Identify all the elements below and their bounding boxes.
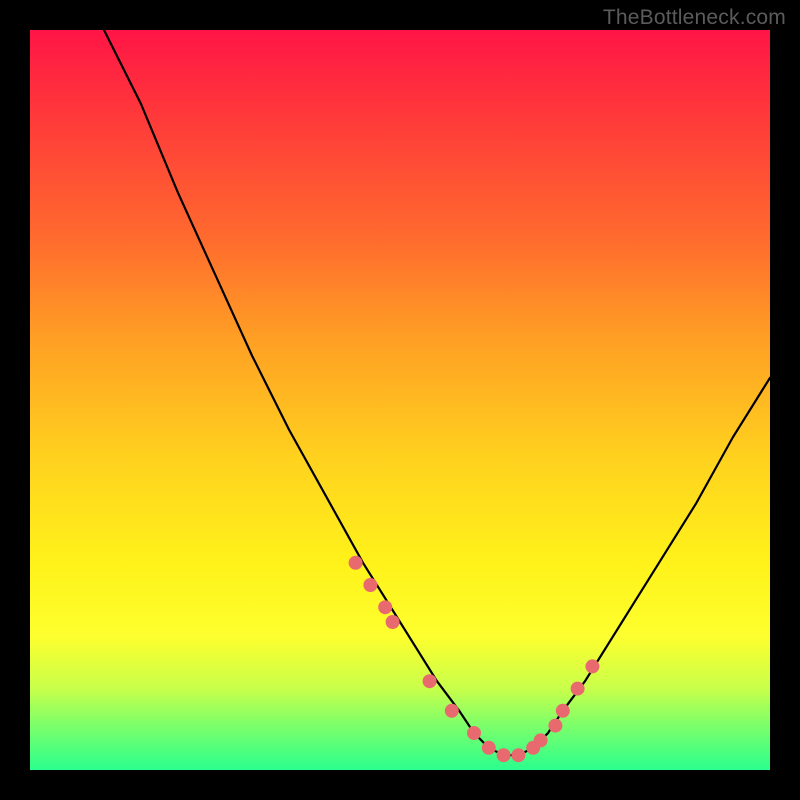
data-point xyxy=(482,741,496,755)
data-point-dots xyxy=(349,556,600,762)
watermark-text: TheBottleneck.com xyxy=(603,6,786,30)
data-point xyxy=(467,726,481,740)
data-point xyxy=(445,704,459,718)
data-point xyxy=(423,674,437,688)
data-point xyxy=(386,615,400,629)
chart-plot-area xyxy=(30,30,770,770)
chart-svg xyxy=(30,30,770,770)
data-point xyxy=(511,748,525,762)
data-point xyxy=(585,659,599,673)
data-point xyxy=(534,733,548,747)
data-point xyxy=(497,748,511,762)
data-point xyxy=(556,704,570,718)
data-point xyxy=(548,719,562,733)
data-point xyxy=(349,556,363,570)
data-point xyxy=(378,600,392,614)
data-point xyxy=(571,682,585,696)
bottleneck-curve xyxy=(104,30,770,755)
data-point xyxy=(363,578,377,592)
